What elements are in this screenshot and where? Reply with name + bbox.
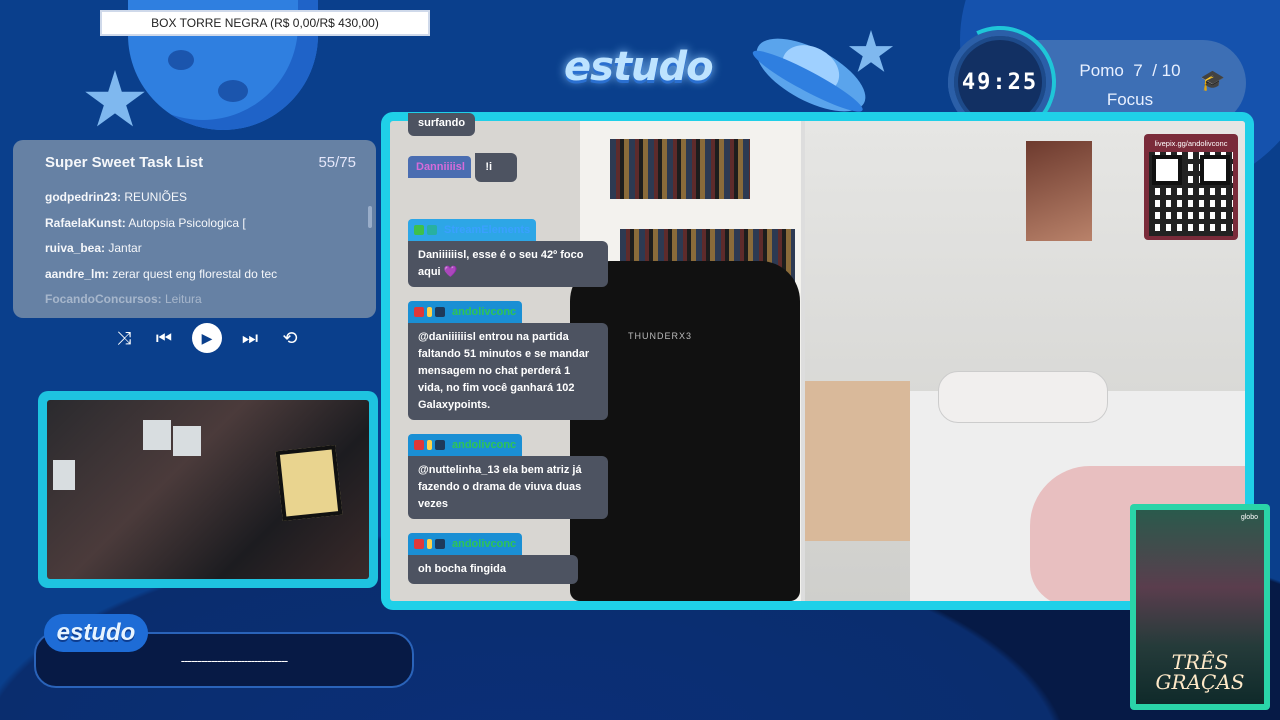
broadcaster-badge-icon: [414, 539, 424, 549]
mic-badge-icon: [427, 539, 432, 549]
network-logo: globo: [1240, 514, 1258, 521]
play-icon: ▶: [201, 329, 213, 346]
secondary-camera-feed: [47, 400, 369, 579]
brand-logo-small: estudo: [44, 614, 148, 652]
goal-bar: BOX TORRE NEGRA (R$ 0,00/R$ 430,00): [100, 10, 430, 36]
task-item: aandre_lm: zerar quest eng florestal do …: [45, 266, 278, 281]
sound-badge-icon: [435, 440, 445, 450]
pomo-total: / 10: [1152, 61, 1181, 80]
show-title: TRÊS GRAÇAS: [1155, 650, 1245, 694]
chat-username: Danniiiisl: [416, 161, 465, 173]
chat-message: andolivconc @daniiiiiisl entrou na parti…: [408, 301, 608, 420]
chat-username: andolivconc: [452, 439, 517, 451]
play-button[interactable]: ▶: [192, 323, 222, 353]
pomo-label: Pomo: [1079, 61, 1124, 80]
repeat-icon[interactable]: ⟲: [278, 328, 302, 349]
bot-badge-icon: [427, 225, 437, 235]
chat-message: andolivconc @nuttelinha_13 ela bem atriz…: [408, 434, 608, 519]
chat-message: StreamElements Daniiiiiisl, esse é o seu…: [408, 219, 608, 287]
broadcaster-badge-icon: [414, 440, 424, 450]
chat-message: surfando: [408, 113, 608, 136]
next-icon[interactable]: ⏭: [238, 328, 262, 349]
chat-username: StreamElements: [444, 224, 531, 236]
task-list[interactable]: godpedrin23: REUNIÕES RafaelaKunst: Auto…: [45, 190, 355, 318]
donation-qr[interactable]: livepix.gg/andolivconc: [1144, 134, 1238, 240]
sound-badge-icon: [435, 539, 445, 549]
goal-text: BOX TORRE NEGRA (R$ 0,00/R$ 430,00): [151, 16, 379, 30]
task-item: FocandoConcursos: Leitura: [45, 292, 202, 306]
pomo-current: 7: [1133, 61, 1143, 80]
mic-badge-icon: [427, 440, 432, 450]
mic-badge-icon: [427, 307, 432, 317]
previous-icon[interactable]: ⏮: [152, 328, 176, 349]
brand-logo: estudo: [564, 44, 714, 90]
verified-badge-icon: [414, 225, 424, 235]
ticker-text: --------------------------------: [180, 652, 289, 668]
chat-username: andolivconc: [452, 538, 517, 550]
broadcaster-badge-icon: [414, 307, 424, 317]
task-item: RafaelaKunst: Autopsia Psicologica [: [45, 215, 246, 230]
chat-message: andolivconc oh bocha fingida: [408, 533, 578, 584]
pomo-state: Focus: [1106, 90, 1154, 109]
task-list-title: Super Sweet Task List: [45, 154, 204, 171]
graduation-cap-icon: 🎓: [1200, 70, 1225, 92]
qr-code: [1149, 152, 1233, 236]
task-item: ruiva_bea: Jantar: [45, 241, 142, 255]
sound-badge-icon: [435, 307, 445, 317]
chair-brand: THUNDERX3: [628, 331, 693, 341]
task-count: 55/75: [318, 154, 356, 171]
task-list-scrollbar[interactable]: [368, 206, 372, 228]
task-item: godpedrin23: REUNIÕES: [45, 190, 188, 204]
task-list-panel: Super Sweet Task List 55/75 godpedrin23:…: [13, 140, 376, 318]
show-poster: globo TRÊS GRAÇAS: [1130, 504, 1270, 710]
show-poster-image: globo TRÊS GRAÇAS: [1136, 510, 1264, 704]
chat-username: andolivconc: [452, 306, 517, 318]
chat-message: Danniiiisl !i: [408, 153, 608, 182]
qr-label: livepix.gg/andolivconc: [1154, 139, 1228, 148]
music-player-controls: ⤨ ⏮ ▶ ⏭ ⟲: [112, 322, 302, 354]
secondary-camera: [38, 391, 378, 588]
shuffle-icon[interactable]: ⤨: [112, 328, 136, 349]
pomodoro-info: Pomo 7 / 10 Focus: [1070, 56, 1190, 114]
